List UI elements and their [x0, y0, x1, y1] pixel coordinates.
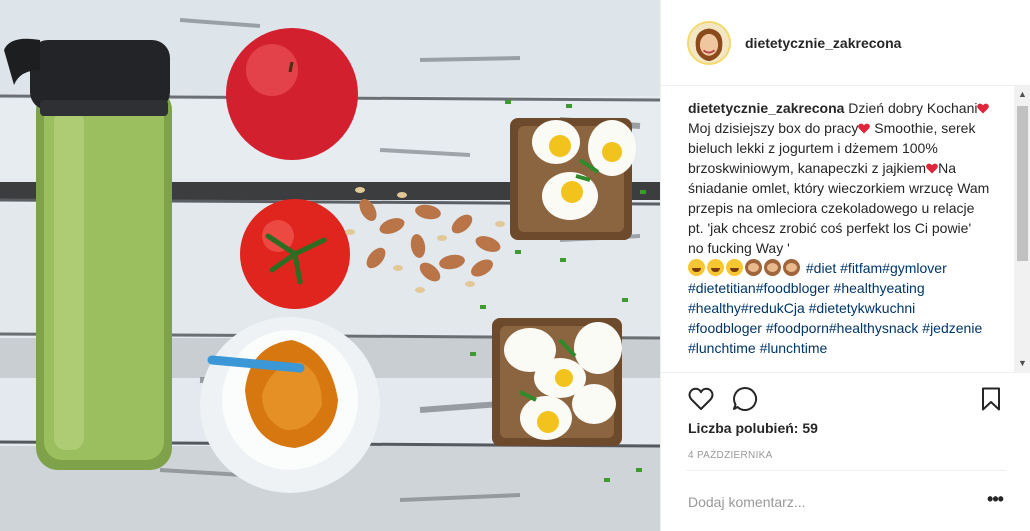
comment-bar: •••: [661, 470, 1030, 531]
post-photo[interactable]: [0, 0, 660, 531]
bookmark-icon: [982, 387, 1000, 411]
save-button[interactable]: [977, 385, 1005, 413]
laughing-emoji: [707, 259, 724, 276]
header-username[interactable]: dietetycznie_zakrecona: [745, 35, 901, 51]
like-button[interactable]: [687, 385, 715, 413]
scroll-up-arrow-icon[interactable]: ▲: [1014, 86, 1030, 103]
see-no-evil-monkey-emoji: [764, 259, 781, 276]
post-side-panel: dietetycznie_zakrecona dietetycznie_zakr…: [660, 0, 1030, 531]
caption-scroll-area[interactable]: dietetycznie_zakrecona Dzień dobry Kocha…: [661, 86, 1030, 372]
comment-divider: [686, 470, 1006, 471]
action-bar: [661, 372, 1030, 422]
comment-button[interactable]: [731, 385, 759, 413]
see-no-evil-monkey-emoji: [783, 259, 800, 276]
caption-text-1: Dzień dobry Kochani: [844, 100, 978, 116]
caption: dietetycznie_zakrecona Dzień dobry Kocha…: [688, 98, 990, 358]
red-heart-emoji: [926, 163, 938, 174]
caption-scrollbar[interactable]: ▲ ▼: [1014, 86, 1030, 372]
see-no-evil-monkey-emoji: [745, 259, 762, 276]
caption-username[interactable]: dietetycznie_zakrecona: [688, 100, 844, 116]
emoji-row: [688, 259, 802, 276]
scroll-down-arrow-icon[interactable]: ▼: [1014, 355, 1030, 372]
more-options-icon[interactable]: •••: [983, 490, 1007, 512]
comment-icon: [733, 386, 757, 411]
laughing-emoji: [726, 259, 743, 276]
red-heart-emoji: [977, 103, 990, 114]
avatar[interactable]: [687, 20, 731, 65]
red-heart-emoji: [858, 123, 871, 134]
laughing-emoji: [688, 259, 705, 276]
heart-icon: [688, 387, 714, 410]
post-date[interactable]: 4 PAŹDZIERNIKA: [688, 450, 773, 461]
post-header: dietetycznie_zakrecona: [661, 0, 1030, 86]
scroll-thumb[interactable]: [1017, 106, 1028, 261]
likes-count[interactable]: Liczba polubień: 59: [688, 420, 818, 436]
caption-text-2: Moj dzisiejszy box do pracy: [688, 120, 859, 136]
food-photo-image: [0, 0, 660, 531]
comment-input[interactable]: [688, 492, 958, 512]
